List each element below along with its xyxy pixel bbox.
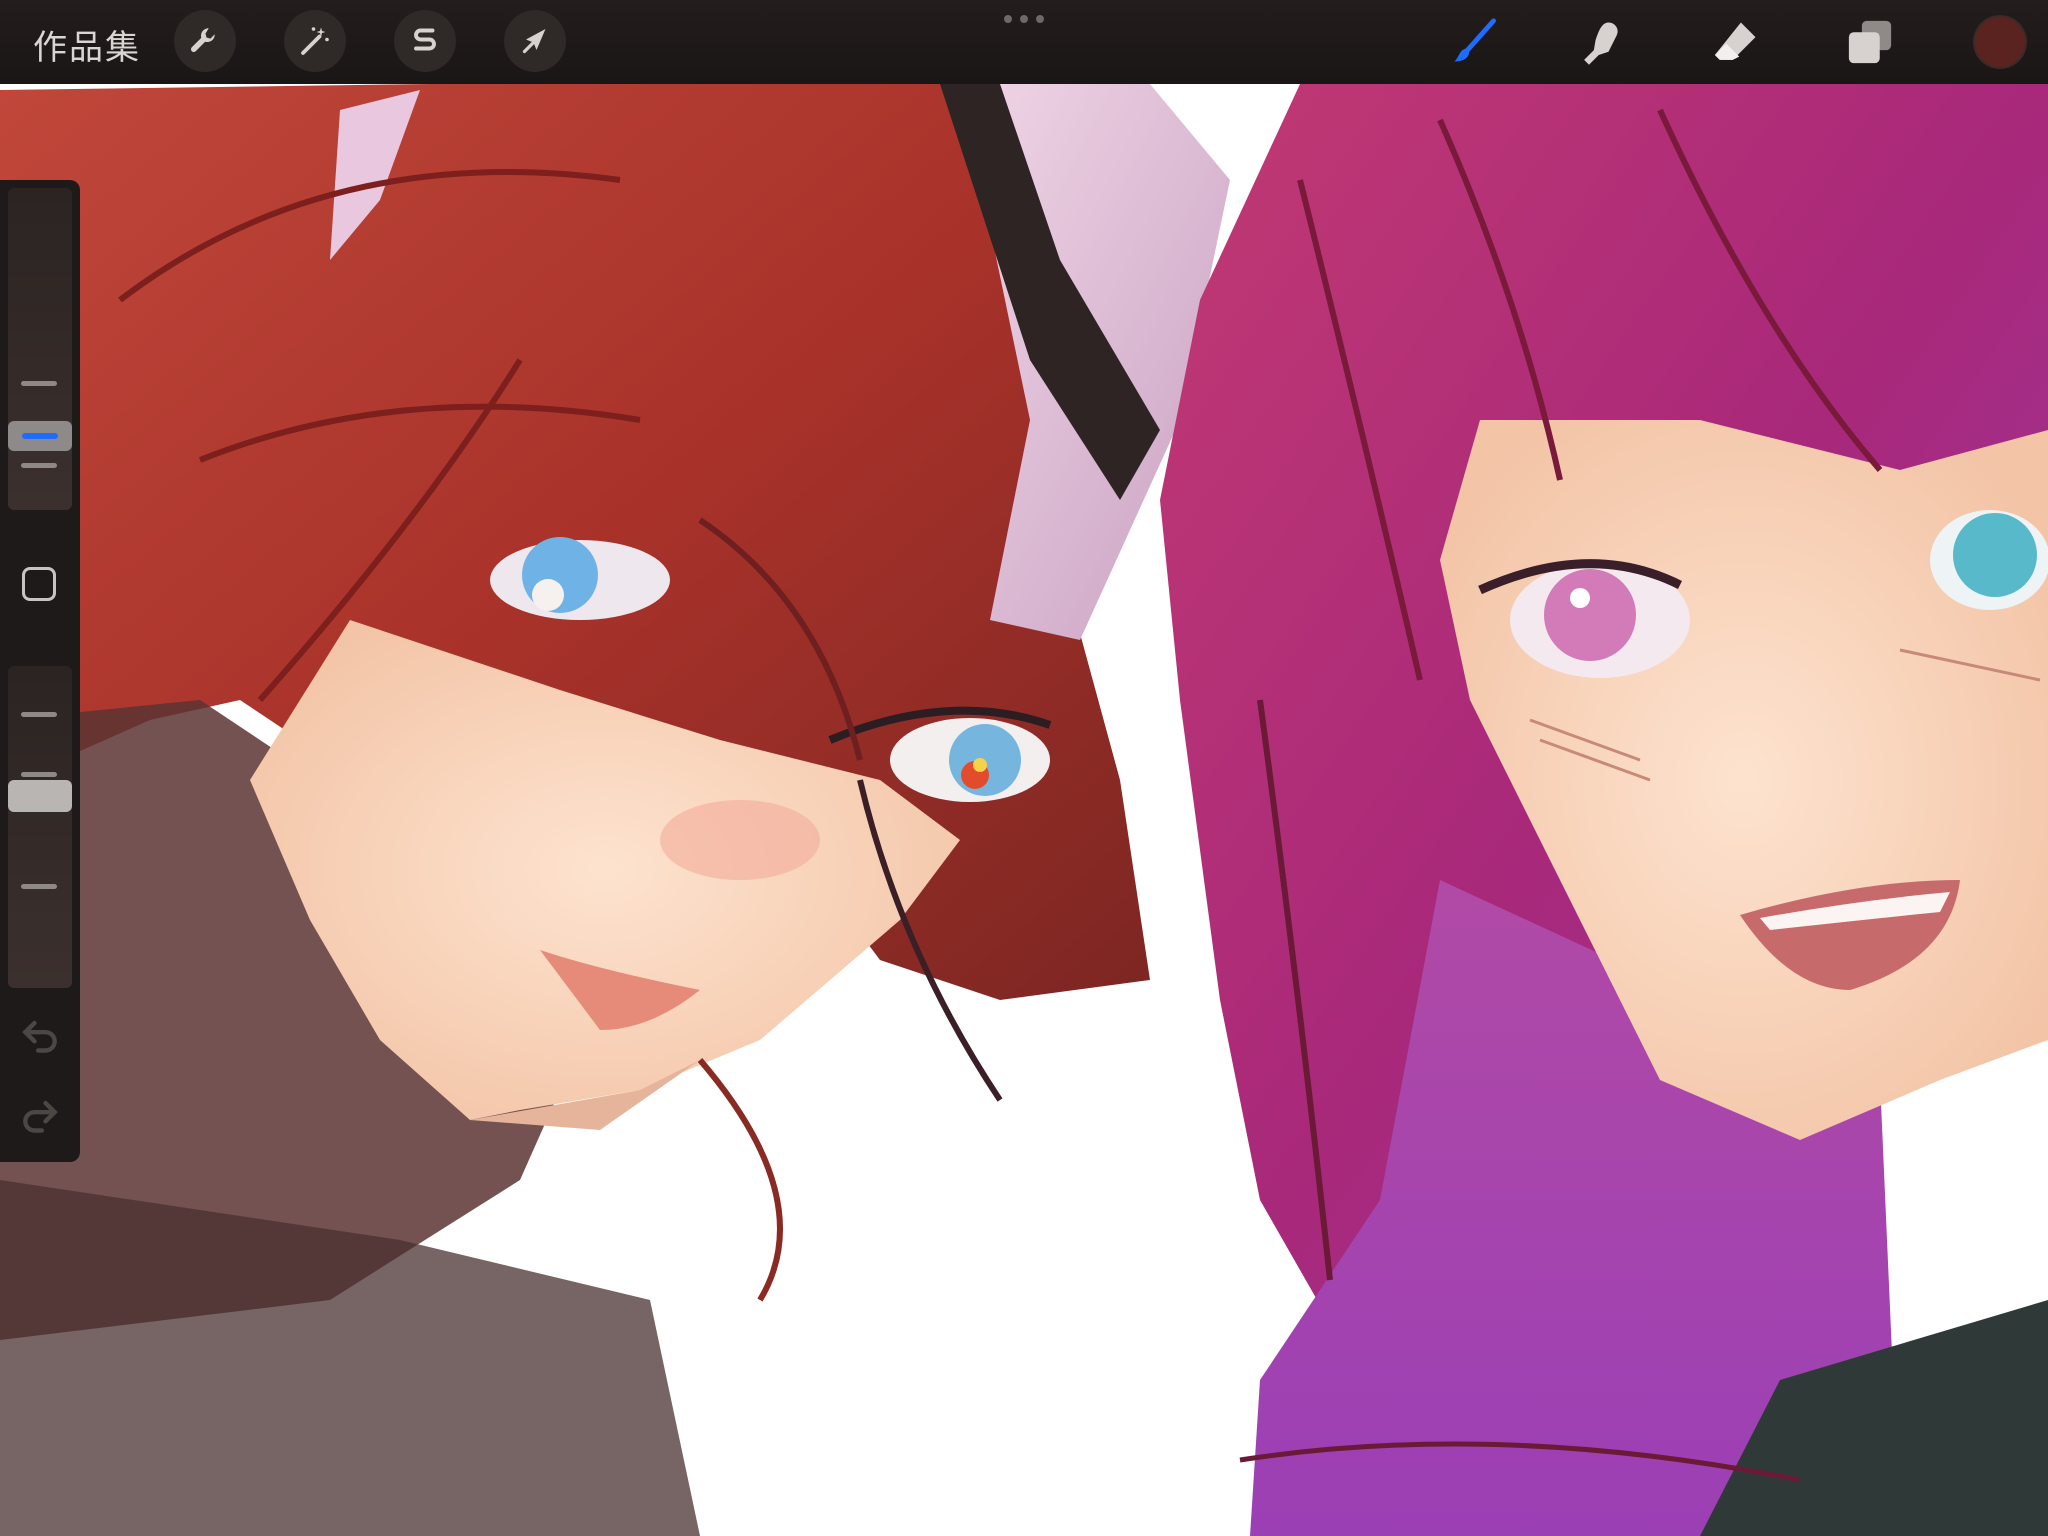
top-toolbar: 作品集 [0,0,2048,84]
redo-icon[interactable] [18,1092,62,1136]
transform-button[interactable] [504,10,566,72]
brush-size-tick [21,381,57,386]
eraser-tool-button[interactable] [1708,14,1764,70]
wrench-icon [190,28,215,53]
opacity-tick [21,712,57,717]
gallery-button[interactable]: 作品集 [33,20,141,69]
opacity-tick [21,884,57,889]
smudge-finger-icon [1584,22,1618,65]
magic-wand-icon [301,27,329,55]
undo-icon[interactable] [18,1012,62,1056]
layers-button[interactable] [1842,14,1898,70]
brush-icon [1454,18,1496,62]
brush-size-handle[interactable] [8,421,72,451]
left-sidebar [0,180,80,1162]
selection-button[interactable] [394,10,456,72]
arrow-cursor-icon [522,29,546,54]
square-icon[interactable] [22,567,56,601]
actions-button[interactable] [174,10,236,72]
brush-size-slider[interactable] [8,188,72,510]
color-swatch[interactable] [1975,17,2025,67]
opacity-tick [21,772,57,777]
brush-tool-button[interactable] [1446,14,1502,70]
brush-size-tick [21,463,57,468]
adjustments-button[interactable] [284,10,346,72]
drawing-canvas[interactable] [0,0,2048,1536]
eraser-icon [1714,22,1756,60]
opacity-handle[interactable] [8,780,72,812]
layers-icon [1848,20,1892,64]
ellipsis-icon[interactable] [1002,14,1046,24]
selection-s-icon [414,28,436,51]
smudge-tool-button[interactable] [1574,14,1630,70]
